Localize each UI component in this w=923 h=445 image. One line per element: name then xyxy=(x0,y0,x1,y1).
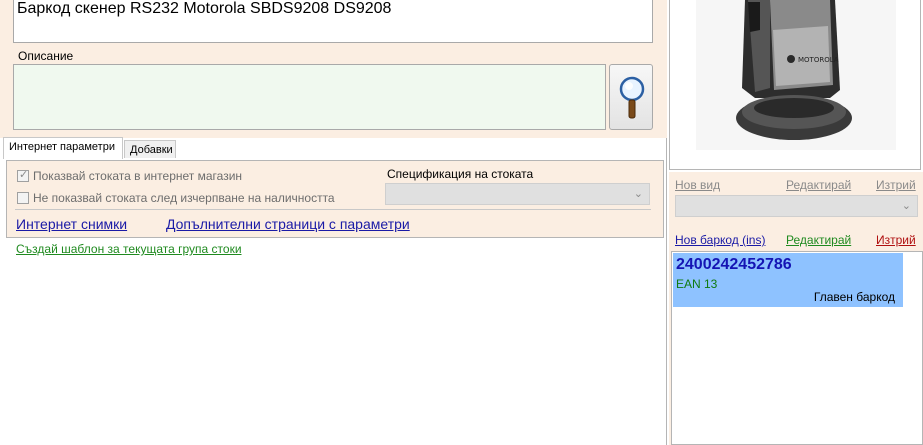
show-in-shop-checkbox[interactable] xyxy=(17,168,29,182)
chevron-down-icon: ⌄ xyxy=(633,188,643,200)
specification-select[interactable]: ⌄ xyxy=(385,183,650,205)
views-and-barcodes-area: Нов вид Редактирай Изтрий ⌄ Нов баркод (… xyxy=(669,172,923,445)
new-view-link[interactable]: Нов вид xyxy=(675,178,720,192)
panel-divider xyxy=(15,209,651,210)
brand-text: MOTOROLA xyxy=(798,56,839,64)
description-field[interactable] xyxy=(13,64,606,130)
product-photo[interactable]: MOTOROLA xyxy=(669,0,921,170)
image-search-button[interactable] xyxy=(609,64,653,130)
delete-view-link[interactable]: Изтрий xyxy=(876,178,916,192)
barcode-scanner-image: MOTOROLA xyxy=(696,0,896,150)
product-header-area: Баркод скенер RS232 Motorola SBDS9208 DS… xyxy=(0,0,667,138)
internet-parameters-panel: Показвай стоката в интернет магазин Не п… xyxy=(6,160,664,238)
delete-barcode-link[interactable]: Изтрий xyxy=(876,233,916,247)
barcode-value: 2400242452786 xyxy=(676,256,792,273)
left-panel: Баркод скенер RS232 Motorola SBDS9208 DS… xyxy=(0,0,667,445)
extra-pages-link[interactable]: Допълнителни страници с параметри xyxy=(166,216,410,232)
new-barcode-link[interactable]: Нов баркод (ins) xyxy=(675,233,765,247)
right-panel: MOTOROLA Нов вид Редактирай Изтрий ⌄ Нов… xyxy=(669,0,923,445)
specification-label: Спецификация на стоката xyxy=(387,167,534,181)
hide-when-out-checkbox[interactable] xyxy=(17,192,29,204)
main-barcode-label: Главен баркод xyxy=(813,290,895,304)
show-in-shop-row[interactable]: Показвай стоката в интернет магазин xyxy=(17,168,243,183)
product-name-field[interactable]: Баркод скенер RS232 Motorola SBDS9208 DS… xyxy=(13,0,653,43)
hide-when-out-row[interactable]: Не показвай стоката след изчерпване на н… xyxy=(17,191,335,205)
hide-when-out-label: Не показвай стоката след изчерпване на н… xyxy=(33,191,335,205)
show-in-shop-label: Показвай стоката в интернет магазин xyxy=(33,169,243,183)
tab-internet-parameters[interactable]: Интернет параметри xyxy=(3,137,123,159)
magnifier-icon xyxy=(619,76,645,119)
edit-view-link[interactable]: Редактирай xyxy=(786,178,851,192)
chevron-down-icon: ⌄ xyxy=(901,200,911,212)
tab-extras[interactable]: Добавки xyxy=(124,140,176,158)
description-label: Описание xyxy=(18,49,74,63)
barcode-list[interactable]: 2400242452786 EAN 13 Главен баркод xyxy=(671,251,923,445)
internet-photos-link[interactable]: Интернет снимки xyxy=(16,216,127,232)
view-select[interactable]: ⌄ xyxy=(675,195,918,217)
list-item[interactable]: 2400242452786 EAN 13 Главен баркод xyxy=(673,253,903,307)
barcode-type: EAN 13 xyxy=(676,277,718,291)
edit-barcode-link[interactable]: Редактирай xyxy=(786,233,851,247)
create-template-link[interactable]: Създай шаблон за текущата група стоки xyxy=(16,242,242,256)
